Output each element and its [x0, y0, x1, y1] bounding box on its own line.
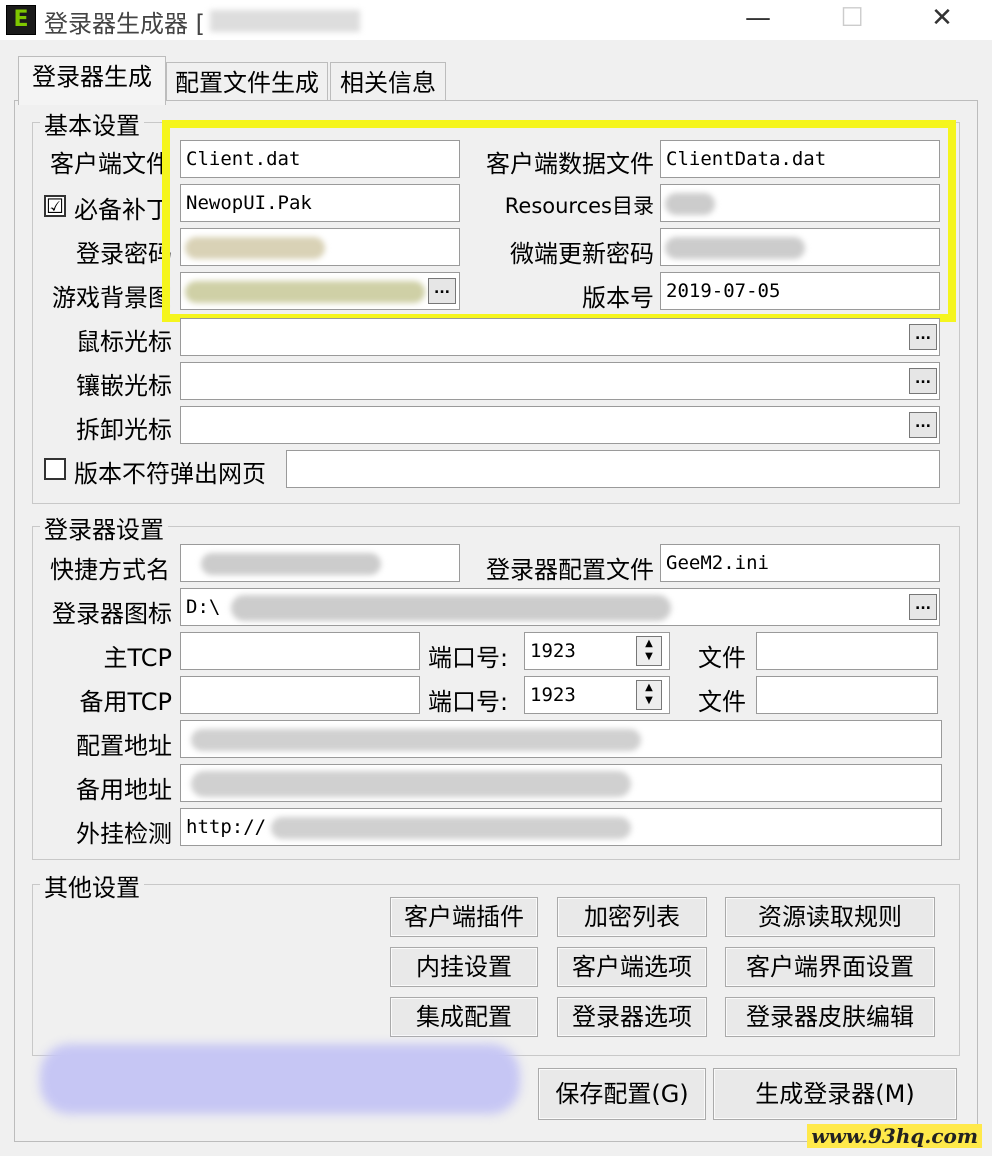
spin-up-icon[interactable]: ▲	[637, 681, 661, 694]
patch-checkbox[interactable]: ☑	[44, 195, 66, 217]
mismatch-popup-label: 版本不符弹出网页	[74, 460, 266, 488]
plugin-check-url: http://	[186, 816, 267, 838]
watermark: www.93hq.com	[807, 1124, 982, 1148]
backup-tcp-label: 备用TCP	[79, 688, 172, 716]
spin-down-icon[interactable]: ▼	[637, 694, 661, 707]
patch-label: 必备补丁	[74, 196, 170, 224]
mouse-cursor-input[interactable]	[180, 318, 940, 356]
app-icon: E	[6, 5, 36, 35]
launcher-settings-title: 登录器设置	[40, 510, 168, 545]
client-file-label: 客户端文件	[50, 150, 170, 178]
title-redacted	[210, 10, 360, 32]
resource-rules-button[interactable]: 资源读取规则	[725, 897, 935, 937]
save-config-button[interactable]: 保存配置(G)	[538, 1068, 706, 1120]
launcher-icon-input[interactable]: D:\	[180, 588, 940, 626]
launcher-options-button[interactable]: 登录器选项	[557, 997, 707, 1037]
shortcut-name-label: 快捷方式名	[50, 556, 170, 584]
main-tcp-label: 主TCP	[103, 644, 172, 672]
spin-down-icon[interactable]: ▼	[637, 650, 661, 663]
main-tcp-input[interactable]	[180, 632, 420, 670]
mouse-cursor-label: 鼠标光标	[76, 328, 172, 356]
mismatch-popup-url-input[interactable]	[286, 450, 940, 488]
shortcut-name-input[interactable]	[180, 544, 460, 582]
backup-address-label: 备用地址	[76, 776, 172, 804]
tab-launcher-generate[interactable]: 登录器生成	[18, 56, 166, 105]
minimize-button[interactable]: —	[736, 0, 780, 38]
main-file-label: 文件	[698, 644, 746, 672]
backup-file-label: 文件	[698, 688, 746, 716]
launcher-icon-label: 登录器图标	[52, 600, 172, 628]
inlay-cursor-label: 镶嵌光标	[76, 372, 172, 400]
login-password-label: 登录密码	[76, 240, 172, 268]
redacted-link-area	[40, 1044, 520, 1114]
inner-hook-settings-button[interactable]: 内挂设置	[390, 947, 538, 987]
dismantle-cursor-input[interactable]	[180, 406, 940, 444]
backup-address-input[interactable]	[180, 764, 942, 802]
integrated-config-button[interactable]: 集成配置	[390, 997, 538, 1037]
launcher-icon-path: D:\	[186, 596, 221, 618]
dismantle-cursor-label: 拆卸光标	[76, 416, 172, 444]
launcher-icon-browse-button[interactable]: ...	[909, 594, 937, 620]
plugin-check-label: 外挂检测	[76, 820, 172, 848]
inlay-cursor-browse-button[interactable]: ...	[909, 368, 937, 394]
mismatch-popup-checkbox[interactable]	[44, 458, 66, 480]
backup-file-input[interactable]	[756, 676, 938, 714]
other-settings-title: 其他设置	[40, 868, 144, 903]
title-bar: E 登录器生成器 [ — ☐ ✕	[0, 0, 992, 40]
inlay-cursor-input[interactable]	[180, 362, 940, 400]
tab-config-generate[interactable]: 配置文件生成	[166, 62, 328, 103]
backup-port-label: 端口号:	[428, 688, 509, 716]
background-image-label: 游戏背景图	[52, 284, 172, 312]
close-button[interactable]: ✕	[920, 0, 964, 38]
basic-settings-title: 基本设置	[40, 106, 144, 141]
tab-related-info[interactable]: 相关信息	[330, 62, 446, 103]
launcher-skin-edit-button[interactable]: 登录器皮肤编辑	[725, 997, 935, 1037]
client-ui-settings-button[interactable]: 客户端界面设置	[725, 947, 935, 987]
main-file-input[interactable]	[756, 632, 938, 670]
plugin-check-input[interactable]: http://	[180, 808, 942, 846]
encrypt-list-button[interactable]: 加密列表	[557, 897, 707, 937]
window-title: 登录器生成器 [	[44, 10, 205, 38]
generate-launcher-button[interactable]: 生成登录器(M)	[713, 1068, 957, 1120]
launcher-config-file-input[interactable]: GeeM2.ini	[660, 544, 940, 582]
client-plugin-button[interactable]: 客户端插件	[390, 897, 538, 937]
launcher-config-file-label: 登录器配置文件	[486, 556, 654, 584]
maximize-button[interactable]: ☐	[830, 0, 874, 38]
spin-up-icon[interactable]: ▲	[637, 637, 661, 650]
config-address-label: 配置地址	[76, 732, 172, 760]
mouse-cursor-browse-button[interactable]: ...	[909, 324, 937, 350]
main-port-label: 端口号:	[428, 644, 509, 672]
client-options-button[interactable]: 客户端选项	[557, 947, 707, 987]
main-port-spinner[interactable]: ▲ ▼	[636, 636, 662, 666]
dismantle-cursor-browse-button[interactable]: ...	[909, 412, 937, 438]
highlight-box	[162, 120, 956, 322]
backup-port-spinner[interactable]: ▲ ▼	[636, 680, 662, 710]
backup-tcp-input[interactable]	[180, 676, 420, 714]
config-address-input[interactable]	[180, 720, 942, 758]
